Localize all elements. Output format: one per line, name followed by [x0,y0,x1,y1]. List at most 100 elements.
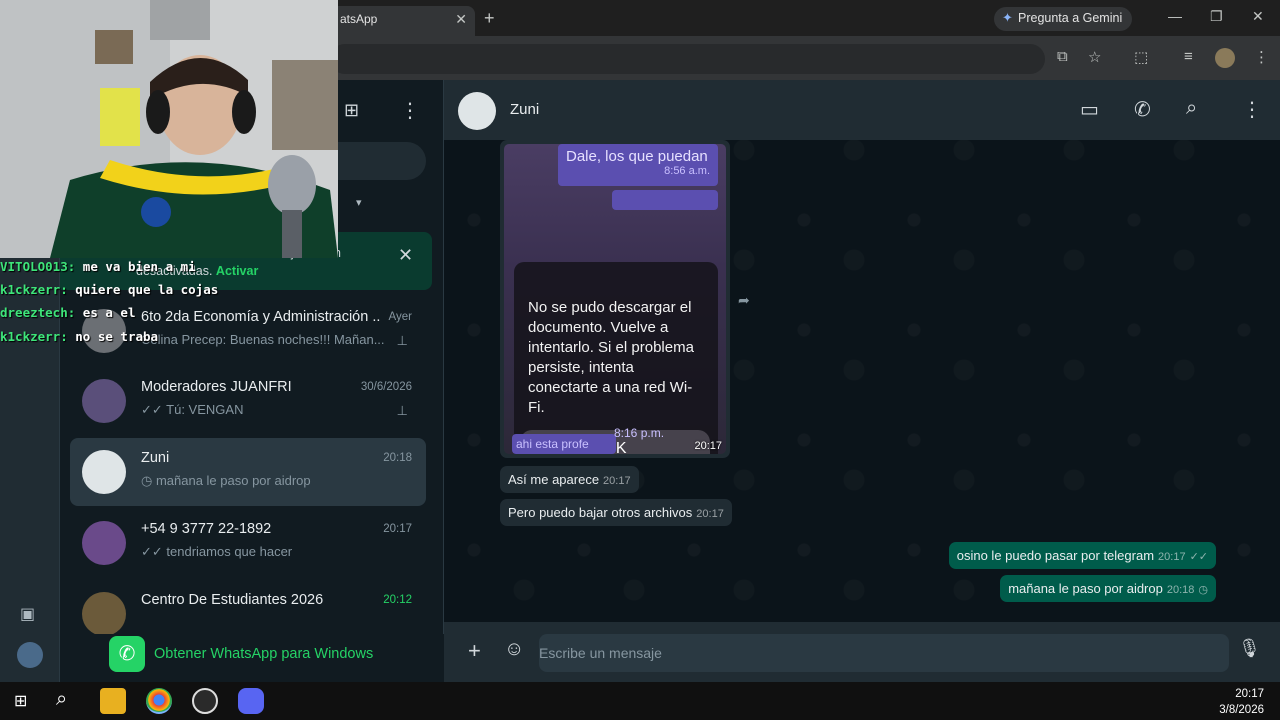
browser-tab-whatsapp[interactable]: atsApp ✕ [330,6,475,36]
dialog-message: No se pudo descargar el documento. Vuelv… [528,299,694,416]
discord-icon[interactable] [238,688,264,714]
profile-avatar[interactable] [1215,48,1235,68]
message-text: mañana le paso por aidrop [1008,581,1163,596]
sticker-icon[interactable]: ☺ [504,638,524,661]
window-close-icon[interactable]: ✕ [1252,8,1264,25]
file-explorer-icon[interactable] [100,688,126,714]
chat-name: Zuni [141,450,170,466]
extensions-icon[interactable]: ⬚ [1134,48,1148,66]
whatsapp-logo-icon: ✆ [109,636,145,672]
message-input[interactable] [539,634,1229,672]
activate-link[interactable]: Activar [216,264,258,278]
chat-time: 20:18 [383,452,412,464]
microphone-icon[interactable]: 🎙 [1238,638,1261,659]
contact-name[interactable]: Zuni [510,101,539,118]
minimize-icon[interactable]: — [1168,8,1182,24]
chat-time: Ayer [388,311,412,323]
video-call-icon[interactable]: ▭ [1080,97,1099,122]
stream-chat-line: k1ckzerr: quiere que la cojas [0,282,218,297]
chat-preview: Celina Precep: Buenas noches!!! Mañan... [141,332,385,347]
screenshot-bubble-time: 8:56 a.m. [664,165,710,177]
stream-chat-text: es a el [82,305,136,320]
search-icon[interactable]: ⌕ [1186,97,1197,120]
chat-preview: ◷ mañana le paso por aidrop [141,473,311,488]
screenshot-bubble-text: Dale, los que puedan [566,148,708,165]
chat-time: 30/6/2026 [360,381,412,393]
forward-icon[interactable]: ➦ [738,292,750,309]
chat-name: 6to 2da Economía y Administración ... [141,309,381,325]
chat-avatar [82,379,126,423]
screenshot-inner-time: 8:16 p.m. [614,426,665,440]
search-icon[interactable]: ⌕ [56,688,67,711]
chat-list-item[interactable]: Centro De Estudiantes 2026 20:12 [70,580,426,634]
stream-chat-user: k1ckzerr: [0,329,68,344]
contact-avatar[interactable] [458,92,496,130]
chat-name: Moderadores JUANFRI [141,379,292,395]
tab-close-icon[interactable]: ✕ [455,11,467,28]
message-time: 20:17 [696,508,724,520]
pin-icon: ⊥ [396,333,408,348]
clock-date: 3/8/2026 [1219,704,1264,716]
incoming-message[interactable]: Pero puedo bajar otros archivos 20:17 [500,499,732,526]
message-text: osino le puedo pasar por telegram [956,548,1155,563]
menu-icon[interactable]: ⋮ [400,98,420,123]
new-tab-button[interactable]: + [484,8,495,29]
address-bar[interactable] [330,44,1045,74]
incoming-message[interactable]: Así me aparece 20:17 [500,466,639,493]
chat-preview: ✓✓ tendriamos que hacer [141,544,293,559]
message-text: Así me aparece [508,472,600,487]
message-status-icon: ✓✓ [1189,551,1208,563]
streamer-webcam-image [0,0,338,258]
voice-call-icon[interactable]: ✆ [1134,97,1151,122]
pin-icon: ⊥ [396,403,408,418]
install-app-icon[interactable]: ⧉ [1057,48,1068,65]
chat-avatar [82,592,126,634]
stream-chat-line: dreeztech: es a el [0,305,135,320]
message-time: 20:17 [1158,551,1186,563]
stream-chat-line: k1ckzerr: no se traba [0,329,158,344]
outgoing-message[interactable]: mañana le paso por aidrop 20:18 ◷ [1000,575,1216,602]
clock-time: 20:17 [1235,688,1264,700]
attach-plus-icon[interactable]: + [468,638,481,664]
windows-taskbar: ⊞ ⌕ 20:17 3/8/2026 [0,682,1280,720]
chat-avatar [82,450,126,494]
screenshot-bottom-bubble: ahi esta profe [512,434,616,454]
maximize-icon[interactable]: ❐ [1210,8,1223,25]
chat-list-item[interactable]: +54 9 3777 22-1892 20:17 ✓✓ tendriamos que… [70,509,426,577]
gemini-button[interactable]: ✦ Pregunta a Gemini [994,7,1133,31]
stream-chat-user: dreeztech: [0,305,76,320]
stream-chat-text: no se traba [75,329,159,344]
close-banner-icon[interactable]: ✕ [398,245,413,266]
chat-preview: ✓✓ Tú: VENGAN [141,402,244,417]
message-status-icon: ◷ [1198,584,1208,596]
browser-menu-icon[interactable]: ⋮ [1254,48,1269,66]
stream-chat-user: VITOLO013: [0,259,76,274]
chat-menu-icon[interactable]: ⋮ [1242,97,1262,122]
screenshot-bubble: Dale, los que puedan 8:56 a.m. [558,144,718,186]
gemini-label: Pregunta a Gemini [1018,11,1123,25]
chat-time: 20:17 [383,523,412,535]
chat-list-item[interactable]: Moderadores JUANFRI 30/6/2026 ✓✓ Tú: VENGA… [70,367,426,435]
obs-icon[interactable] [192,688,218,714]
profile-avatar[interactable] [17,642,43,668]
get-app-banner[interactable]: ✆ Obtener WhatsApp para Windows [60,634,444,682]
chat-list-item[interactable]: Zuni 20:18 ◷ mañana le paso por aidrop [70,438,426,506]
image-timestamp: 20:17 [694,440,722,452]
chat-avatar [82,521,126,565]
message-time: 20:18 [1166,584,1195,596]
chat-time: 20:12 [383,594,412,606]
taskbar-clock[interactable]: 20:17 3/8/2026 [1219,686,1264,718]
chat-name: Centro De Estudiantes 2026 [141,592,324,608]
outgoing-message[interactable]: osino le puedo pasar por telegram 20:17 ✓✓ [948,542,1216,569]
windows-start-icon[interactable]: ⊞ [14,691,27,711]
image-message[interactable]: Dale, los que puedan 8:56 a.m. No se pud… [500,140,730,458]
chat-header[interactable]: Zuni ▭ ✆ ⌕ ⋮ [444,80,1280,140]
media-gallery-icon[interactable]: ▣ [20,604,35,624]
bookmark-star-icon[interactable]: ☆ [1088,48,1101,66]
media-control-icon[interactable]: ≡ [1184,48,1193,65]
tab-title: atsApp [340,12,378,26]
chat-name: +54 9 3777 22-1892 [141,521,272,537]
chrome-icon[interactable] [146,688,172,714]
new-chat-icon[interactable]: ⊞ [344,100,359,121]
chevron-down-icon[interactable]: ▾ [356,196,362,209]
